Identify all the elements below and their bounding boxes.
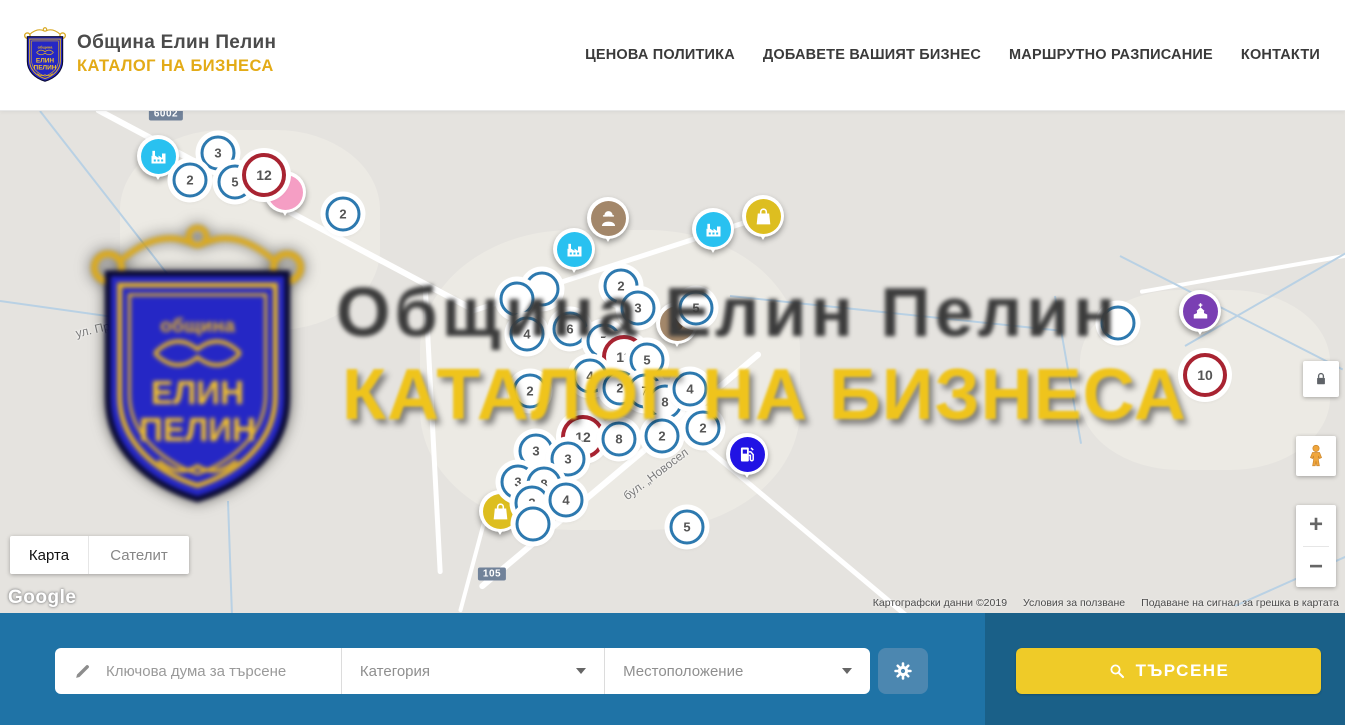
lock-icon <box>1312 370 1330 388</box>
cluster-marker[interactable]: 2 <box>686 411 721 446</box>
cluster-marker[interactable]: 8 <box>602 422 637 457</box>
cluster-marker[interactable]: 5 <box>679 291 714 326</box>
map-pin-factory[interactable] <box>137 135 179 177</box>
category-select-label: Категория <box>360 663 568 680</box>
cluster-marker[interactable]: 2 <box>326 197 361 232</box>
map-type-satellite-button[interactable]: Сателит <box>89 536 189 574</box>
cluster-marker[interactable]: 4 <box>510 317 545 352</box>
factory-icon <box>703 219 724 240</box>
cluster-marker[interactable]: 3 <box>519 434 554 469</box>
search-button[interactable]: ТЪРСЕНЕ <box>1016 648 1321 694</box>
search-bar-left-panel: Категория Местоположение <box>0 613 985 725</box>
brand-logo-link[interactable]: община ЕЛИН ПЕЛИН Община Елин Пелин КАТА… <box>22 25 276 83</box>
cluster-marker[interactable]: 5 <box>670 510 705 545</box>
cluster-marker[interactable]: 4 <box>549 483 584 518</box>
keyword-field[interactable] <box>55 648 341 694</box>
google-logo[interactable]: Google <box>8 587 76 609</box>
zoom-in-button[interactable]: + <box>1296 505 1336 546</box>
street-view-pegman-button[interactable] <box>1296 436 1336 476</box>
cluster-marker[interactable]: 2 <box>513 374 548 409</box>
map-canvas[interactable]: ул. Преславбул. „Новосел6002105 32512223… <box>0 110 1345 613</box>
cluster-marker[interactable]: 4 <box>673 372 708 407</box>
municipality-crest-icon: община ЕЛИН ПЕЛИН <box>22 25 68 83</box>
factory-icon <box>564 239 585 260</box>
map-pin-worker[interactable] <box>587 197 629 239</box>
cluster-marker[interactable]: 6 <box>553 312 588 347</box>
shopping-bag-icon <box>490 501 511 522</box>
nav-item[interactable]: МАРШРУТНО РАЗПИСАНИЕ <box>1009 47 1213 63</box>
cluster-marker[interactable] <box>1101 306 1136 341</box>
cluster-marker[interactable]: 2 <box>173 163 208 198</box>
map-type-map-button[interactable]: Карта <box>10 536 89 574</box>
search-bar-right-panel: ТЪРСЕНЕ <box>985 613 1345 725</box>
pencil-icon <box>73 662 92 681</box>
search-button-label: ТЪРСЕНЕ <box>1136 661 1230 681</box>
search-icon <box>1108 662 1126 680</box>
search-bar: Категория Местоположение ТЪРСЕНЕ <box>0 613 1345 725</box>
pegman-icon <box>1303 443 1329 469</box>
location-select-label: Местоположение <box>623 663 834 680</box>
keyword-search-input[interactable] <box>104 662 338 681</box>
svg-text:ЕЛИН: ЕЛИН <box>151 375 244 412</box>
route-badge: 105 <box>478 568 506 581</box>
zoom-control: + − <box>1296 505 1336 587</box>
worker-icon <box>598 208 619 229</box>
attribution-report-link[interactable]: Подаване на сигнал за грешка в картата <box>1141 597 1339 609</box>
church-icon <box>1190 301 1211 322</box>
cluster-marker[interactable]: 5 <box>630 343 665 378</box>
nav-item[interactable]: КОНТАКТИ <box>1241 47 1320 63</box>
map-pin-shopping-bag[interactable] <box>742 195 784 237</box>
nav-item[interactable]: ЦЕНОВА ПОЛИТИКА <box>585 47 735 63</box>
chevron-down-icon <box>576 668 586 674</box>
main-nav: ЦЕНОВА ПОЛИТИКА ДОБАВЕТЕ ВАШИЯТ БИЗНЕС МАР… <box>585 0 1320 110</box>
cluster-marker[interactable]: 3 <box>621 291 656 326</box>
factory-icon <box>148 146 169 167</box>
map-pin-church[interactable] <box>1179 290 1221 332</box>
route-badge: 6002 <box>149 110 183 121</box>
location-select[interactable]: Местоположение <box>604 648 870 694</box>
shopping-bag-icon <box>753 206 774 227</box>
svg-text:ЕЛИН: ЕЛИН <box>36 57 55 64</box>
svg-text:ПЕЛИН: ПЕЛИН <box>34 65 57 72</box>
map-pin-fuel[interactable] <box>726 433 768 475</box>
cluster-marker[interactable]: 12 <box>242 153 286 197</box>
cluster-marker[interactable] <box>500 282 535 317</box>
nav-item[interactable]: ДОБАВЕТЕ ВАШИЯТ БИЗНЕС <box>763 47 981 63</box>
cluster-marker[interactable]: 2 <box>645 419 680 454</box>
cluster-marker[interactable] <box>516 507 551 542</box>
advanced-settings-button[interactable] <box>878 648 928 694</box>
search-fields: Категория Местоположение <box>55 648 870 694</box>
site-header: община ЕЛИН ПЕЛИН Община Елин Пелин КАТА… <box>0 0 1345 111</box>
map-pin-factory[interactable] <box>692 208 734 250</box>
svg-text:община: община <box>38 45 54 49</box>
fuel-icon <box>737 444 758 465</box>
site-subtitle: КАТАЛОГ НА БИЗНЕСА <box>77 57 276 76</box>
gear-icon <box>892 660 914 682</box>
map-type-control: Карта Сателит <box>10 536 189 574</box>
map-attribution: Картографски данни ©2019 Условия за полз… <box>873 597 1339 609</box>
lock-button[interactable] <box>1303 361 1339 397</box>
cluster-marker[interactable]: 10 <box>1183 353 1227 397</box>
zoom-out-button[interactable]: − <box>1296 547 1336 588</box>
attribution-terms-link[interactable]: Условия за ползване <box>1023 597 1125 609</box>
page: община ЕЛИН ПЕЛИН Община Елин Пелин КАТА… <box>0 0 1345 725</box>
attribution-copyright: Картографски данни ©2019 <box>873 597 1007 609</box>
chevron-down-icon <box>842 668 852 674</box>
category-select[interactable]: Категория <box>341 648 604 694</box>
site-title: Община Елин Пелин <box>77 32 276 54</box>
svg-text:ПЕЛИН: ПЕЛИН <box>139 412 256 449</box>
